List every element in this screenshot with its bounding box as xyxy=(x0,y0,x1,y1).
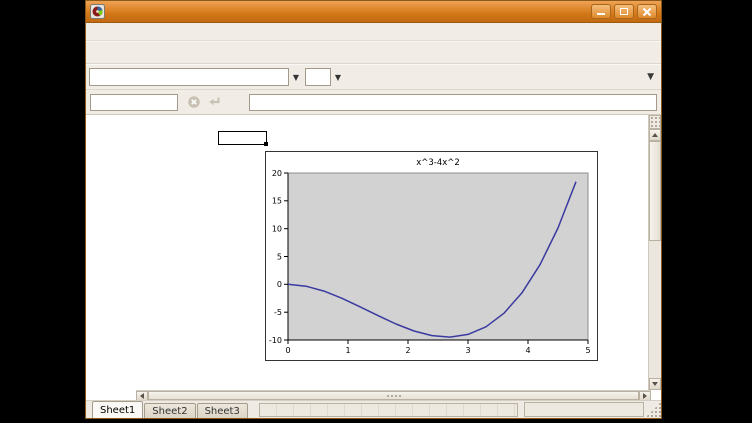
minimize-button[interactable] xyxy=(591,4,611,19)
font-size-dropdown-icon[interactable]: ▼ xyxy=(331,68,345,86)
vertical-scrollbar[interactable] xyxy=(648,115,661,390)
sheet-area: -10 -5 0 5 10 15 20 0 1 2 3 4 5 x^3-4x^2 xyxy=(86,115,661,400)
cancel-icon[interactable] xyxy=(184,93,204,111)
menubar xyxy=(86,23,661,41)
window-resize-grip[interactable] xyxy=(646,402,661,417)
sheet-tab-sheet2[interactable]: Sheet2 xyxy=(144,403,195,418)
font-size-combo[interactable]: ▼ xyxy=(305,68,345,86)
svg-text:1: 1 xyxy=(345,346,350,355)
svg-text:3: 3 xyxy=(465,346,470,355)
embedded-chart[interactable]: -10 -5 0 5 10 15 20 0 1 2 3 4 5 x^3-4x^2 xyxy=(265,151,598,361)
formula-entry[interactable] xyxy=(249,94,657,111)
close-button[interactable] xyxy=(637,4,657,19)
chart-title: x^3-4x^2 xyxy=(416,158,460,168)
equals-button[interactable] xyxy=(224,93,244,111)
toolbar-overflow-icon[interactable]: ▼ xyxy=(647,72,658,82)
standard-toolbar xyxy=(86,41,661,64)
svg-text:4: 4 xyxy=(525,346,530,355)
font-name-dropdown-icon[interactable]: ▼ xyxy=(289,68,303,86)
svg-text:5: 5 xyxy=(585,346,590,355)
vertical-scroll-thumb[interactable] xyxy=(649,141,661,241)
svg-text:15: 15 xyxy=(272,197,282,206)
scroll-right-icon[interactable] xyxy=(639,391,651,400)
font-size-value[interactable] xyxy=(305,68,331,86)
cell-reference-box[interactable] xyxy=(90,94,178,111)
vertical-scroll-track[interactable] xyxy=(649,241,661,378)
status-sum xyxy=(524,402,644,417)
svg-text:5: 5 xyxy=(277,252,282,261)
svg-text:-10: -10 xyxy=(269,336,282,345)
svg-text:-5: -5 xyxy=(274,308,282,317)
status-progress-area xyxy=(259,403,518,417)
gnumeric-app-icon[interactable] xyxy=(90,4,105,19)
scrollbar-corner-grip[interactable] xyxy=(649,115,661,129)
font-name-combo[interactable]: ▼ xyxy=(89,68,303,86)
fill-handle[interactable] xyxy=(264,142,268,146)
svg-text:2: 2 xyxy=(405,346,410,355)
enter-icon[interactable] xyxy=(204,93,224,111)
selected-cell-outline[interactable] xyxy=(218,131,267,145)
font-name-value[interactable] xyxy=(89,68,289,86)
formula-bar xyxy=(86,90,661,115)
gnumeric-window: ▼ ▼ ▼ -10 -5 0 5 10 15 20 0 1 2 3 4 5 x^3-4x^2 xyxy=(85,0,662,419)
scroll-down-icon[interactable] xyxy=(649,378,661,390)
svg-text:0: 0 xyxy=(285,346,290,355)
scroll-left-icon[interactable] xyxy=(136,391,148,400)
horizontal-scroll-thumb[interactable] xyxy=(148,391,639,400)
horizontal-scrollbar[interactable] xyxy=(136,390,651,400)
sheet-tab-sheet1[interactable]: Sheet1 xyxy=(92,401,143,418)
svg-text:10: 10 xyxy=(272,225,282,234)
format-toolbar: ▼ ▼ ▼ xyxy=(86,64,661,90)
titlebar[interactable] xyxy=(86,1,661,23)
chart-canvas: -10 -5 0 5 10 15 20 0 1 2 3 4 5 x^3-4x^2 xyxy=(266,152,597,360)
maximize-button[interactable] xyxy=(614,4,634,19)
svg-text:0: 0 xyxy=(277,280,282,289)
svg-text:20: 20 xyxy=(272,169,282,178)
sheet-tabs-bar: Sheet1Sheet2Sheet3 xyxy=(86,400,661,418)
sheet-tab-sheet3[interactable]: Sheet3 xyxy=(197,403,248,418)
scroll-up-icon[interactable] xyxy=(649,129,661,141)
